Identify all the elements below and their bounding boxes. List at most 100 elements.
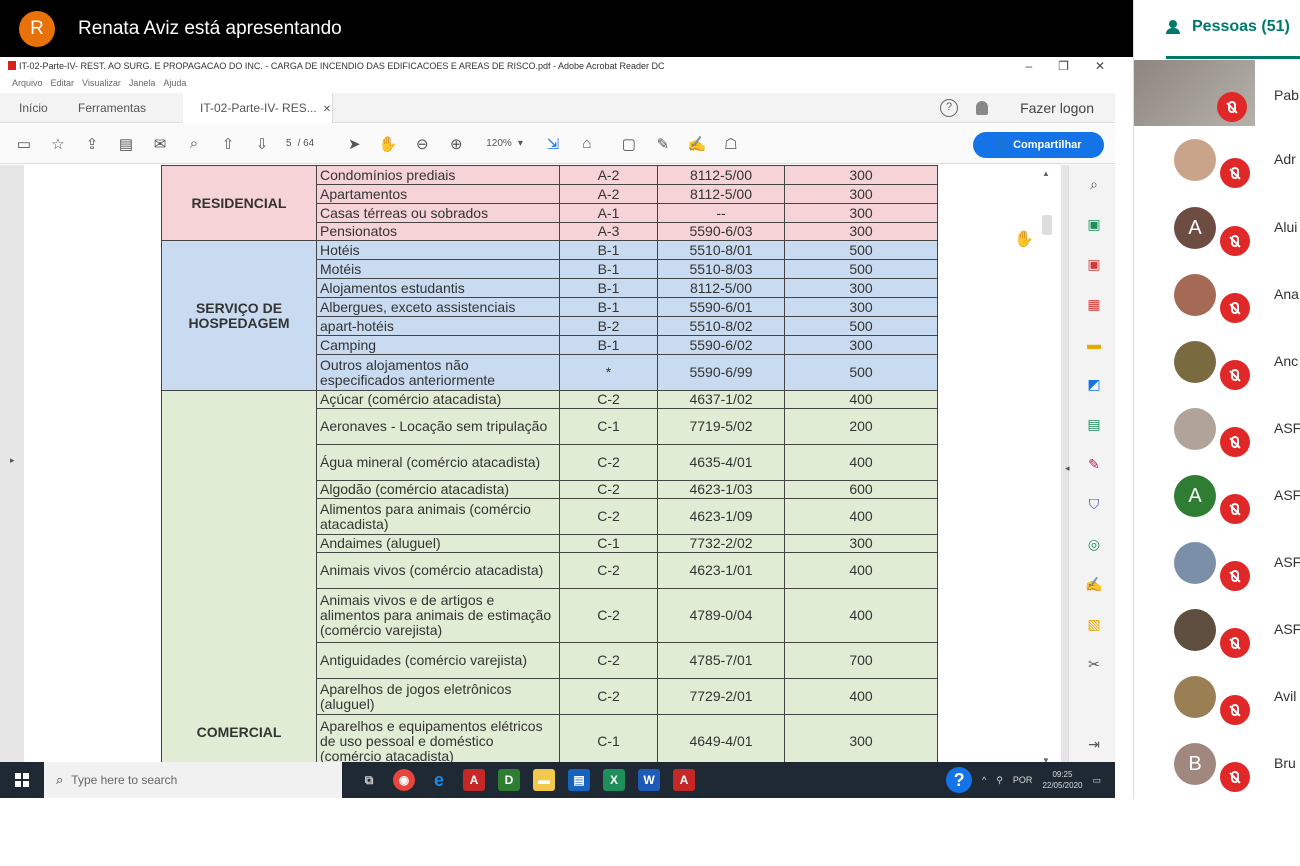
page-number-field[interactable]: 5 [286, 138, 292, 149]
chrome-icon[interactable]: ◉ [393, 769, 415, 791]
hand-tool-icon[interactable]: ✋ [378, 134, 398, 154]
project-icon[interactable]: D [498, 769, 520, 791]
page-up-icon[interactable]: ⇧ [218, 134, 238, 154]
table-cell-div: C-2 [559, 588, 658, 643]
tray-chevron-icon[interactable]: ^ [982, 775, 986, 785]
create-pdf-icon[interactable]: ▣ [1085, 215, 1103, 233]
notification-icon[interactable]: ▭ [1092, 775, 1101, 786]
sign-icon[interactable]: ✍ [687, 134, 707, 154]
participant-row[interactable]: ASF [1134, 396, 1300, 462]
zoom-search-icon[interactable]: ⌕ [184, 134, 204, 154]
tab-document[interactable]: IT-02-Parte-IV- RES... ✕ [183, 93, 333, 123]
participant-row[interactable]: Avil [1134, 664, 1300, 730]
pen-icon[interactable]: ✎ [653, 134, 673, 154]
page-down-icon[interactable]: ⇩ [252, 134, 272, 154]
zoom-chevron-icon[interactable]: ▾ [518, 138, 523, 149]
document-area[interactable]: ▸ RESIDENCIAL Condomínios prediais A-2 8… [0, 165, 1068, 769]
app-blue-icon[interactable]: ▤ [568, 769, 590, 791]
select-cursor-icon[interactable]: ➤ [344, 134, 364, 154]
edge-icon[interactable]: e [428, 769, 450, 791]
menu-item-ajuda[interactable]: Ajuda [163, 78, 186, 92]
share-button[interactable]: 👤 Compartilhar [973, 132, 1104, 158]
tab-people[interactable]: Pessoas (51) [1166, 18, 1290, 36]
participant-row[interactable]: Anc [1134, 329, 1300, 395]
tab-close-icon[interactable]: ✕ [323, 104, 331, 115]
table-cell-div: A-3 [559, 222, 658, 241]
edit-pdf-icon[interactable]: ✎ [1085, 455, 1103, 473]
protect-icon[interactable]: ⛉ [1085, 495, 1103, 513]
acrobat-icon[interactable]: A [673, 769, 695, 791]
tab-home[interactable]: Início [19, 93, 48, 123]
bookmark-star-icon[interactable]: ☆ [48, 134, 68, 154]
expand-panel-icon[interactable]: ⇥ [1085, 735, 1103, 753]
organize-pages-icon[interactable]: ▦ [1085, 295, 1103, 313]
login-link[interactable]: Fazer logon [1020, 100, 1094, 116]
compare-icon[interactable]: ◎ [1085, 535, 1103, 553]
tray-help-icon[interactable]: ? [946, 767, 973, 793]
table-cell-cnae: 5590-6/01 [657, 297, 785, 317]
menu-item-arquivo[interactable]: Arquivo [12, 78, 43, 92]
participant-row[interactable]: B Bru [1134, 731, 1300, 797]
participant-row[interactable]: A Alui [1134, 195, 1300, 261]
print-icon[interactable]: ▤ [116, 134, 136, 154]
save-icon[interactable]: ▭ [14, 134, 34, 154]
comment-icon[interactable]: ▢ [619, 134, 639, 154]
help-icon[interactable]: ? [940, 99, 959, 117]
bell-icon[interactable] [976, 101, 989, 115]
participant-row[interactable]: A ASF [1134, 463, 1300, 529]
stamp-icon[interactable]: ☖ [721, 134, 741, 154]
left-panel-toggle-icon[interactable]: ▸ [10, 455, 15, 466]
zoom-level-select[interactable]: 120% [486, 138, 512, 149]
comment-tool-icon[interactable]: ▬ [1085, 335, 1103, 353]
taskbar-search[interactable]: ⌕ Type here to search [44, 762, 342, 798]
avatar [1174, 676, 1216, 718]
menu-item-visualizar[interactable]: Visualizar [82, 78, 121, 92]
table-cell-cnae: 8112-5/00 [657, 165, 785, 185]
combine-files-icon[interactable]: ▧ [1085, 615, 1103, 633]
scroll-up-icon[interactable]: ▲ [1042, 169, 1050, 178]
panel-toggle-icon[interactable]: ◂ [1065, 463, 1070, 474]
avatar [1174, 341, 1216, 383]
search-icon: ⌕ [56, 772, 64, 787]
restore-icon[interactable]: ❐ [1058, 59, 1069, 73]
start-button[interactable] [0, 762, 44, 798]
participant-row[interactable]: Adr [1134, 127, 1300, 193]
participant-row[interactable]: ASF [1134, 597, 1300, 663]
table-cell-desc: Motéis [316, 259, 560, 279]
excel-export-icon[interactable]: ▤ [1085, 415, 1103, 433]
language-indicator[interactable]: POR [1013, 775, 1033, 785]
export-pdf-icon[interactable]: ▣ [1085, 255, 1103, 273]
menu-item-janela[interactable]: Janela [129, 78, 156, 92]
close-icon[interactable]: ✕ [1095, 59, 1105, 73]
zoom-in-icon[interactable]: ⊕ [446, 134, 466, 154]
email-icon[interactable]: ✉ [150, 134, 170, 154]
zoom-out-icon[interactable]: ⊖ [412, 134, 432, 154]
search-tool-icon[interactable]: ⌕ [1085, 175, 1103, 193]
word-icon[interactable]: W [638, 769, 660, 791]
upload-cloud-icon[interactable]: ⇪ [82, 134, 102, 154]
task-view-icon[interactable]: ⧉ [358, 769, 380, 791]
tab-tools[interactable]: Ferramentas [78, 93, 146, 123]
category-residencial: RESIDENCIAL [161, 165, 317, 241]
signature-tool-icon[interactable]: ✍ [1085, 575, 1103, 593]
marker-icon[interactable]: ⌂ [577, 134, 597, 154]
table-cell-div: C-2 [559, 552, 658, 589]
menu-item-editar[interactable]: Editar [51, 78, 75, 92]
scroll-thumb[interactable] [1042, 215, 1052, 235]
document-scrollbar[interactable]: ▲ ▼ [1038, 165, 1060, 769]
participant-row[interactable]: ASF [1134, 530, 1300, 596]
network-icon[interactable]: ⚲ [996, 775, 1003, 786]
access-icon[interactable]: A [463, 769, 485, 791]
fill-sign-icon[interactable]: ◩ [1085, 375, 1103, 393]
table-cell-desc: Aeronaves - Locação sem tripulação [316, 408, 560, 445]
excel-icon[interactable]: X [603, 769, 625, 791]
participant-row[interactable]: Pab [1134, 60, 1300, 126]
table-cell-load: 400 [784, 444, 938, 481]
participant-row[interactable]: Ana [1134, 262, 1300, 328]
clock[interactable]: 09:25 22/05/2020 [1042, 769, 1082, 791]
fit-page-icon[interactable]: ⇲ [543, 134, 563, 154]
minimize-icon[interactable]: – [1025, 59, 1032, 73]
file-explorer-icon[interactable]: ▬ [533, 769, 555, 791]
participant-name: Pab [1274, 87, 1299, 103]
more-tools-icon[interactable]: ✂ [1085, 655, 1103, 673]
